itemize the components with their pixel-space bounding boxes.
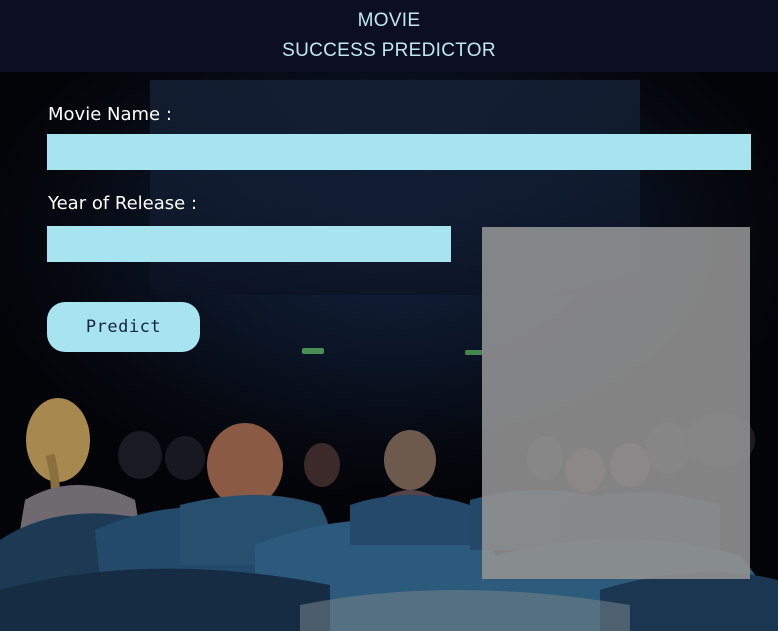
prediction-result-panel <box>482 227 750 579</box>
app-header: MOVIE SUCCESS PREDICTOR <box>0 0 778 72</box>
movie-name-input[interactable] <box>47 134 751 170</box>
year-of-release-label: Year of Release : <box>48 193 198 214</box>
movie-name-label: Movie Name : <box>48 104 172 125</box>
app-title-line2: SUCCESS PREDICTOR <box>282 40 496 61</box>
app-title-line1: MOVIE <box>357 10 421 31</box>
predict-button[interactable]: Predict <box>47 302 200 352</box>
year-of-release-input[interactable] <box>47 226 451 262</box>
